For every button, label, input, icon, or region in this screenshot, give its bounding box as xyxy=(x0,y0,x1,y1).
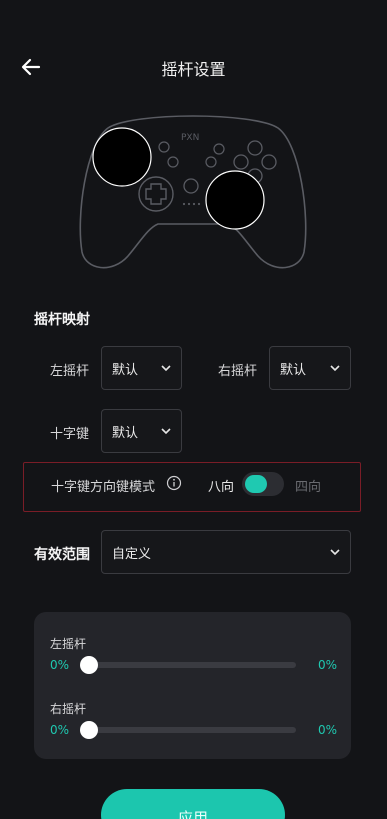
chevron-down-icon xyxy=(161,426,171,436)
chevron-down-icon xyxy=(330,363,340,373)
mapping-section-title: 摇杆映射 xyxy=(34,312,90,328)
left-stick-marker xyxy=(92,127,152,187)
chevron-down-icon xyxy=(161,363,171,373)
info-icon[interactable] xyxy=(166,475,182,491)
range-section-title: 有效范围 xyxy=(34,547,90,563)
dpad-value: 默认 xyxy=(112,425,139,441)
left-slider-min: 0% xyxy=(50,658,70,672)
left-slider-max: 0% xyxy=(318,658,338,672)
right-stick-label: 右摇杆 xyxy=(218,364,258,379)
dpad-select[interactable]: 默认 xyxy=(101,409,182,453)
header: 摇杆设置 xyxy=(0,52,387,82)
dpad-mode-toggle[interactable] xyxy=(242,472,284,496)
dpad-mode-label: 十字键方向键模式 xyxy=(51,480,156,495)
left-stick-label: 左摇杆 xyxy=(50,364,90,379)
apply-button[interactable]: 应用 xyxy=(101,789,285,819)
right-slider-track[interactable] xyxy=(89,727,296,733)
left-slider-track[interactable] xyxy=(89,662,296,668)
controller-logo: PXN xyxy=(181,133,199,143)
dpad-mode-row: 十字键方向键模式 八向 四向 xyxy=(23,462,361,512)
option-eight-direction: 八向 xyxy=(208,480,235,495)
chevron-down-icon xyxy=(330,547,340,557)
right-slider-label: 右摇杆 xyxy=(50,702,87,716)
option-four-direction: 四向 xyxy=(295,480,322,495)
right-stick-value: 默认 xyxy=(280,362,307,378)
left-stick-value: 默认 xyxy=(112,362,139,378)
range-select[interactable]: 自定义 xyxy=(101,530,351,574)
right-slider-max: 0% xyxy=(318,723,338,737)
controller-illustration: PXN xyxy=(78,106,308,271)
dpad-label: 十字键 xyxy=(50,427,90,442)
range-value: 自定义 xyxy=(112,546,152,562)
right-stick-marker xyxy=(205,170,265,230)
right-stick-select[interactable]: 默认 xyxy=(269,346,351,390)
page-title: 摇杆设置 xyxy=(161,60,226,79)
left-slider-thumb[interactable] xyxy=(80,656,98,674)
range-panel: 左摇杆 0% 0% 右摇杆 0% 0% xyxy=(34,612,351,759)
left-stick-select[interactable]: 默认 xyxy=(101,346,182,390)
right-slider-min: 0% xyxy=(50,723,70,737)
right-slider-thumb[interactable] xyxy=(80,721,98,739)
left-slider-label: 左摇杆 xyxy=(50,637,87,651)
toggle-knob xyxy=(245,475,267,493)
